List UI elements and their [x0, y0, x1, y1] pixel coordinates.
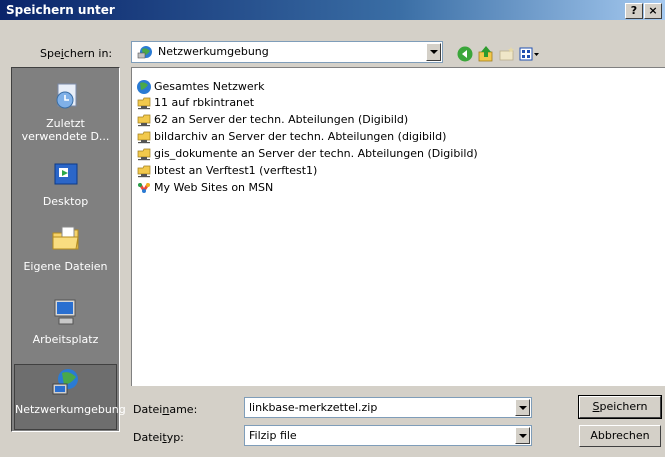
file-list[interactable]: Gesamtes Netzwerk 11 auf rbkintranet 62 … — [131, 67, 665, 386]
new-folder-icon[interactable] — [498, 45, 516, 63]
network-icon — [52, 369, 78, 395]
place-my-computer[interactable]: Arbeitsplatz — [14, 296, 117, 346]
save-in-dropdown[interactable]: Netzwerkumgebung — [131, 41, 443, 63]
filetype-label: Dateityp: — [133, 431, 184, 444]
save-in-label: Speichern in: — [40, 47, 113, 60]
computer-icon — [54, 299, 75, 325]
save-in-dropdown-arrow[interactable] — [426, 43, 441, 61]
filename-value: linkbase-merkzettel.zip — [249, 401, 378, 414]
close-button[interactable]: × — [644, 3, 662, 19]
folder-icon — [52, 226, 79, 250]
network-share-icon — [137, 114, 151, 127]
recent-icon — [56, 83, 76, 109]
filetype-dropdown-arrow[interactable] — [515, 427, 530, 444]
list-item[interactable]: Gesamtes Netzwerk — [136, 79, 265, 95]
place-label: Netzwerkumgebung — [15, 403, 126, 416]
network-share-icon — [137, 131, 151, 144]
list-item[interactable]: My Web Sites on MSN — [136, 180, 273, 196]
list-item[interactable]: 11 auf rbkintranet — [136, 95, 254, 111]
place-label: Desktop — [42, 195, 89, 208]
save-as-dialog: Speichern unter ? × Speichern in: Netzwe… — [0, 0, 665, 457]
filename-dropdown-arrow[interactable] — [515, 399, 530, 416]
place-label: Eigene Dateien — [23, 260, 108, 273]
filename-label: Dateiname: — [133, 403, 198, 416]
up-folder-icon[interactable] — [477, 45, 495, 63]
place-desktop[interactable]: Desktop — [14, 158, 117, 208]
title-bar[interactable]: Speichern unter ? × — [0, 0, 665, 20]
place-my-documents[interactable]: Eigene Dateien — [14, 223, 117, 273]
filename-input[interactable]: linkbase-merkzettel.zip — [244, 397, 532, 418]
desktop-icon — [54, 163, 77, 185]
save-button[interactable]: Speichern — [578, 395, 662, 419]
msn-icon — [138, 183, 150, 193]
back-icon[interactable] — [456, 45, 474, 63]
list-item[interactable]: gis_dokumente an Server der techn. Abtei… — [136, 146, 478, 162]
cancel-button[interactable]: Abbrechen — [579, 425, 661, 447]
place-label: Zuletzt verwendete D... — [21, 117, 110, 143]
place-recent[interactable]: Zuletzt verwendete D... — [14, 80, 117, 143]
save-in-value: Netzwerkumgebung — [158, 45, 269, 58]
list-item[interactable]: 62 an Server der techn. Abteilungen (Dig… — [136, 112, 408, 128]
network-share-icon — [137, 97, 151, 110]
place-label: Arbeitsplatz — [32, 333, 99, 346]
list-item[interactable]: bildarchiv an Server der techn. Abteilun… — [136, 129, 446, 145]
filetype-dropdown[interactable]: Filzip file — [244, 425, 532, 446]
globe-icon — [137, 80, 151, 94]
network-share-icon — [137, 148, 151, 161]
filetype-value: Filzip file — [249, 429, 297, 442]
list-item[interactable]: lbtest an Verftest1 (verftest1) — [136, 163, 317, 179]
network-share-icon — [137, 165, 151, 178]
dialog-title: Speichern unter — [6, 3, 115, 17]
places-bar: Zuletzt verwendete D... Desktop Eigene D… — [11, 67, 126, 432]
place-network[interactable]: Netzwerkumgebung — [14, 364, 126, 430]
view-menu-icon[interactable] — [519, 45, 541, 63]
help-button[interactable]: ? — [625, 3, 643, 19]
network-icon — [137, 46, 152, 59]
